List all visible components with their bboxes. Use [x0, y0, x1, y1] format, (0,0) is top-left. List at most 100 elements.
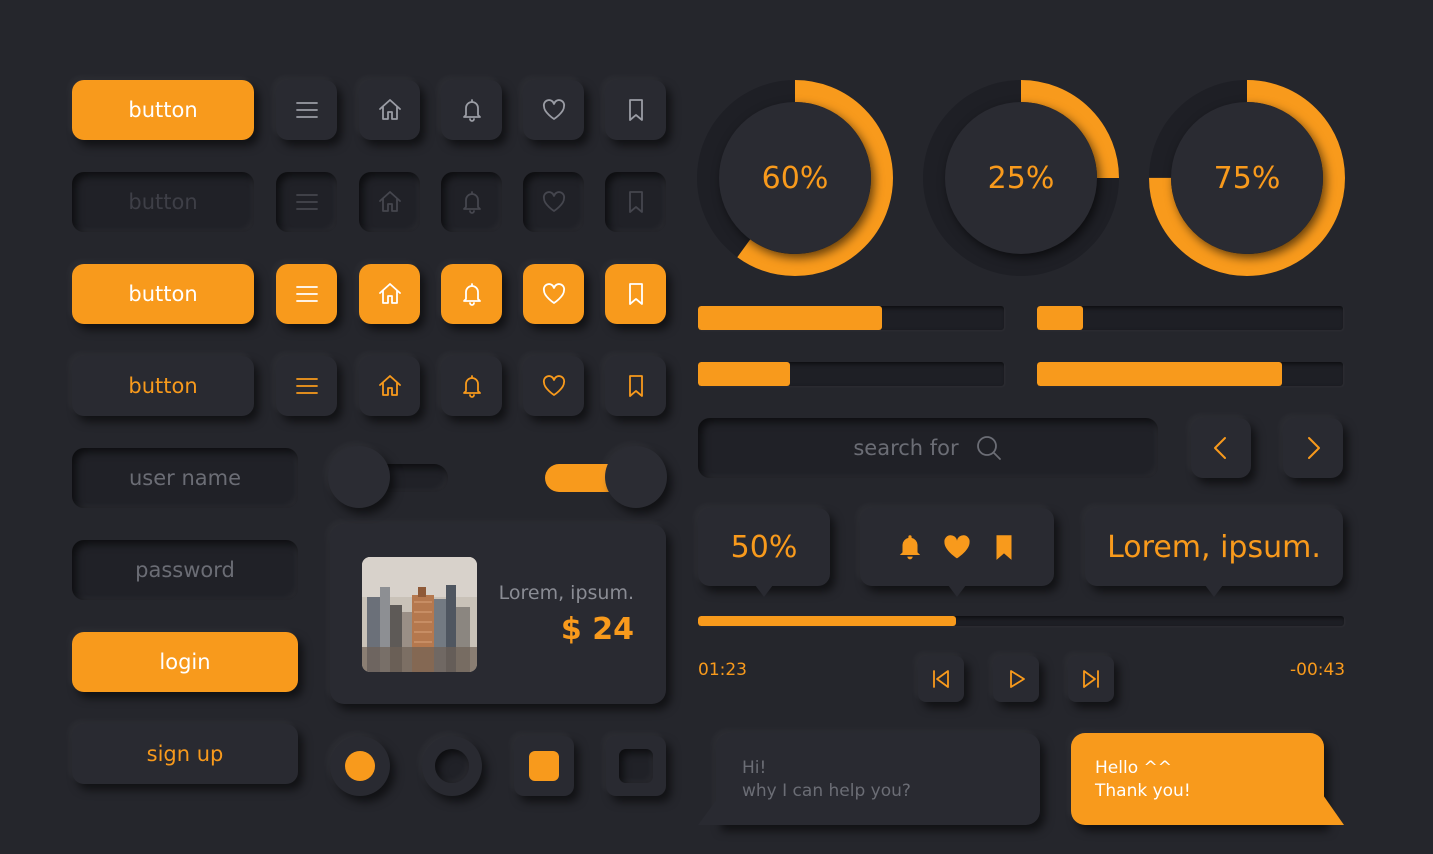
bell-button-active[interactable] — [441, 264, 502, 324]
product-image — [362, 557, 477, 672]
play-button[interactable] — [993, 656, 1039, 702]
heart-button-accent[interactable] — [523, 356, 584, 416]
bubble-tail — [1205, 585, 1223, 597]
menu-button-accent[interactable] — [276, 356, 337, 416]
bookmark-icon — [628, 191, 643, 213]
menu-button-disabled[interactable] — [276, 172, 337, 232]
menu-button-active[interactable] — [276, 264, 337, 324]
ring-label: 25% — [987, 160, 1055, 196]
search-icon — [976, 436, 1001, 460]
home-icon — [378, 191, 401, 212]
progress-bar-4 — [1037, 362, 1343, 386]
toggle-off[interactable] — [328, 446, 450, 508]
login-button[interactable]: login — [72, 632, 298, 692]
bookmark-icon[interactable] — [989, 532, 1019, 562]
heart-button-active[interactable] — [523, 264, 584, 324]
username-field[interactable]: user name — [72, 448, 298, 508]
player-progress-bar[interactable] — [698, 616, 1344, 626]
heart-icon — [542, 191, 565, 212]
bell-button-accent[interactable] — [441, 356, 502, 416]
text-bubble: Lorem, ipsum. — [1085, 508, 1343, 597]
disabled-button[interactable]: button — [72, 172, 254, 232]
menu-icon — [295, 286, 318, 302]
percent-bubble: 50% — [698, 508, 830, 597]
home-button-accent[interactable] — [359, 356, 420, 416]
progress-fill — [1037, 362, 1282, 386]
previous-track-button[interactable] — [918, 656, 964, 702]
bubble-percent-text: 50% — [730, 529, 798, 565]
toggle-on[interactable] — [545, 446, 667, 508]
progress-ring-3: 75% — [1149, 80, 1345, 276]
checkbox-unchecked[interactable] — [606, 736, 666, 796]
play-icon — [1010, 670, 1025, 688]
incoming-line: why I can help you? — [742, 781, 911, 801]
heart-icon — [542, 283, 565, 304]
chevron-right-icon — [1308, 437, 1320, 459]
bookmark-button-disabled[interactable] — [605, 172, 666, 232]
incoming-line: Hi! — [742, 758, 767, 778]
radio-dot — [345, 751, 375, 781]
bubble-tail — [755, 585, 773, 597]
player-progress-fill — [698, 616, 957, 626]
radio-unchecked[interactable] — [422, 736, 482, 796]
bell-icon — [462, 283, 481, 306]
outgoing-tail — [1323, 795, 1344, 825]
skip-back-icon — [933, 670, 949, 688]
progress-fill — [1037, 306, 1083, 330]
bookmark-button-active[interactable] — [605, 264, 666, 324]
incoming-tail — [698, 795, 720, 825]
radio-checked[interactable] — [330, 736, 390, 796]
next-track-button[interactable] — [1068, 656, 1114, 702]
bookmark-button-accent[interactable] — [605, 356, 666, 416]
progress-ring-2: 25% — [923, 80, 1119, 276]
home-button[interactable] — [359, 80, 420, 140]
bookmark-icon — [628, 375, 643, 397]
bell-icon — [462, 99, 481, 122]
bookmark-button[interactable] — [605, 80, 666, 140]
progress-bar-3 — [698, 362, 1004, 386]
prev-button[interactable] — [1191, 418, 1251, 478]
product-card[interactable]: Lorem, ipsum. $ 24 — [330, 524, 666, 704]
home-button-active[interactable] — [359, 264, 420, 324]
menu-icon — [295, 194, 318, 210]
home-button-disabled[interactable] — [359, 172, 420, 232]
toggle-knob — [328, 446, 390, 508]
heart-icon — [542, 99, 565, 120]
bell-button-disabled[interactable] — [441, 172, 502, 232]
next-button[interactable] — [1283, 418, 1343, 478]
bookmark-icon — [628, 99, 643, 121]
search-placeholder: search for — [853, 436, 959, 460]
home-icon — [378, 283, 401, 304]
heart-button[interactable] — [523, 80, 584, 140]
bookmark-icon — [628, 283, 643, 305]
bell-icon[interactable] — [895, 532, 925, 562]
menu-button[interactable] — [276, 80, 337, 140]
progress-fill — [698, 362, 790, 386]
chevron-left-icon — [1214, 437, 1226, 459]
signup-button[interactable]: sign up — [72, 724, 298, 784]
outline-button[interactable]: button — [72, 356, 254, 416]
bell-icon — [462, 375, 481, 398]
heart-icon — [542, 375, 565, 396]
icons-bubble — [860, 508, 1054, 597]
bell-button[interactable] — [441, 80, 502, 140]
ring-label: 60% — [761, 160, 829, 196]
search-input[interactable]: search for — [698, 418, 1158, 478]
bubble-tail — [948, 585, 966, 597]
active-button[interactable]: button — [72, 264, 254, 324]
heart-icon[interactable] — [941, 531, 973, 563]
primary-button[interactable]: button — [72, 80, 254, 140]
outgoing-message: Hello ^^ Thank you! — [1071, 733, 1344, 825]
checkbox-fill — [529, 751, 559, 781]
checkbox-checked[interactable] — [514, 736, 574, 796]
progress-bar-1 — [698, 306, 1004, 330]
elapsed-time: 01:23 — [698, 660, 747, 680]
toggle-knob — [605, 446, 667, 508]
heart-button-disabled[interactable] — [523, 172, 584, 232]
incoming-text: Hi! why I can help you? — [742, 757, 911, 803]
password-field[interactable]: password — [72, 540, 298, 600]
outgoing-text: Hello ^^ Thank you! — [1095, 757, 1191, 803]
remaining-time: -00:43 — [1290, 660, 1346, 680]
ring-label: 75% — [1213, 160, 1281, 196]
progress-fill — [698, 306, 882, 330]
